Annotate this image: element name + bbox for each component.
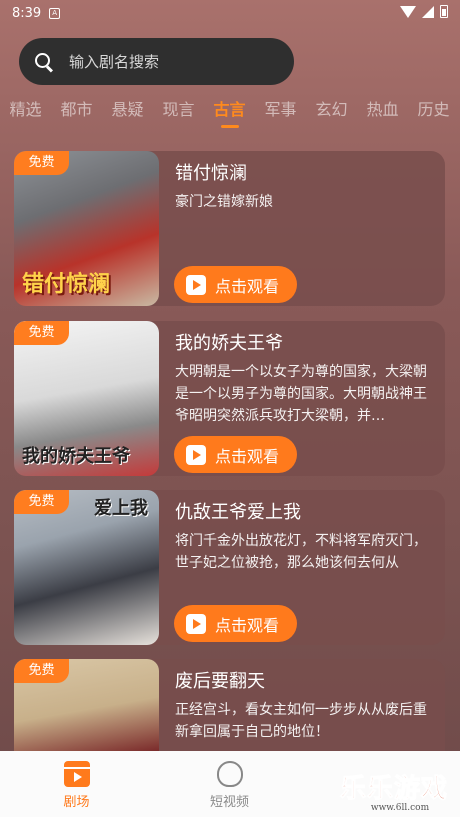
tab-rexue[interactable]: 热血 <box>357 96 408 130</box>
search-input[interactable]: 输入剧名搜索 <box>69 51 159 72</box>
tab-jingxuan[interactable]: 精选 <box>0 96 51 130</box>
watch-button-label: 点击观看 <box>215 446 280 466</box>
drama-title[interactable]: 仇敌王爷爱上我 <box>175 498 301 524</box>
tab-lishi[interactable]: 历史 <box>408 96 459 130</box>
free-badge: 免费 <box>14 659 69 683</box>
status-time: 8:39 <box>12 5 42 21</box>
drama-poster[interactable]: 免费 爱上我 <box>14 490 159 645</box>
tab-junshi[interactable]: 军事 <box>255 96 306 130</box>
search-bar[interactable]: 输入剧名搜索 <box>19 38 294 85</box>
battery-icon <box>440 5 448 18</box>
nav-short-video[interactable]: 短视频 <box>153 751 306 817</box>
sim-icon: A <box>49 7 61 19</box>
drama-description: 豪门之错嫁新娘 <box>175 194 273 210</box>
free-badge: 免费 <box>14 490 69 514</box>
tab-xuanhuan[interactable]: 玄幻 <box>306 96 357 130</box>
tab-guyan[interactable]: 古言 <box>204 96 255 130</box>
nav-theater-label: 剧场 <box>63 795 90 810</box>
watch-button[interactable]: 点击观看 <box>174 266 297 303</box>
drama-description: 大明朝是一个以女子为尊的国家，大梁朝是一个以男子为尊的国家。大明朝战神王爷昭明突… <box>175 364 427 424</box>
free-badge: 免费 <box>14 151 69 175</box>
drama-poster[interactable]: 免费 错付惊澜 <box>14 151 159 306</box>
status-bar: 8:39 A <box>0 0 460 26</box>
watermark-logo: 乐乐游戏 www.6ll.com <box>340 768 460 817</box>
nav-short-video-label: 短视频 <box>209 795 249 810</box>
drama-card[interactable]: 免费 爱上我 仇敌王爷爱上我 将门千金外出放花灯，不料将军府灭门，世子妃之位被抢… <box>14 490 445 645</box>
tab-dushi[interactable]: 都市 <box>51 96 102 130</box>
drama-description: 正经宫斗，看女主如何一步步从从废后重新拿回属于自己的地位！ <box>175 702 427 740</box>
poster-title: 错付惊澜 <box>22 271 111 297</box>
signal-icon <box>422 5 434 18</box>
search-icon <box>33 51 55 73</box>
clapper-icon <box>63 761 90 787</box>
category-tabs: 精选 都市 悬疑 现言 古言 军事 玄幻 热血 历史 <box>0 96 460 130</box>
watch-button[interactable]: 点击观看 <box>174 436 297 473</box>
nav-theater[interactable]: 剧场 <box>0 751 153 817</box>
play-icon <box>186 274 206 295</box>
drama-title[interactable]: 废后要翻天 <box>175 667 265 693</box>
drama-poster[interactable]: 免费 我的娇夫王爷 <box>14 321 159 476</box>
poster-title: 我的娇夫王爷 <box>22 446 130 467</box>
tab-xuanyi[interactable]: 悬疑 <box>102 96 153 130</box>
watch-button[interactable]: 点击观看 <box>174 605 297 642</box>
drama-title[interactable]: 错付惊澜 <box>175 159 247 185</box>
wifi-icon <box>400 5 416 18</box>
play-icon <box>186 444 206 465</box>
watch-button-label: 点击观看 <box>215 615 280 635</box>
drama-card[interactable]: 免费 我的娇夫王爷 我的娇夫王爷 大明朝是一个以女子为尊的国家，大梁朝是一个以男… <box>14 321 445 476</box>
watch-button-label: 点击观看 <box>215 276 280 296</box>
free-badge: 免费 <box>14 321 69 345</box>
drama-title[interactable]: 我的娇夫王爷 <box>175 329 283 355</box>
play-icon <box>186 613 206 634</box>
drama-card[interactable]: 免费 错付惊澜 错付惊澜 豪门之错嫁新娘 点击观看 <box>14 151 445 306</box>
drama-description: 将门千金外出放花灯，不料将军府灭门，世子妃之位被抢，那么她该何去何从 <box>175 533 427 571</box>
watermark-text: 乐乐游戏 <box>340 774 449 805</box>
tab-xianyan[interactable]: 现言 <box>153 96 204 130</box>
poster-title: 爱上我 <box>94 498 148 519</box>
status-icons <box>400 5 448 18</box>
fire-icon <box>216 761 243 787</box>
